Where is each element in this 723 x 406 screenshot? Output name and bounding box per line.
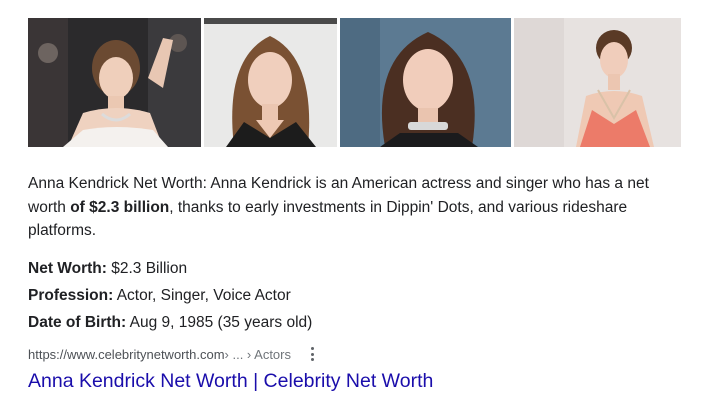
fact-net-worth: Net Worth: $2.3 Billion [28,255,312,282]
more-options-icon[interactable] [305,346,319,362]
image-carousel [28,18,681,147]
fact-date-of-birth: Date of Birth: Aug 9, 1985 (35 years old… [28,309,312,336]
fact-label: Date of Birth: [28,314,127,331]
result-citation: https://www.celebritynetworth.com › ... … [28,346,319,362]
snippet-text-bold: of $2.3 billion [70,198,170,216]
fact-label: Profession: [28,287,114,304]
fact-value: Aug 9, 1985 (35 years old) [126,314,313,331]
fact-value: $2.3 Billion [106,260,188,277]
image-result-1[interactable] [28,18,201,147]
image-result-2[interactable] [204,18,337,147]
result-url[interactable]: https://www.celebritynetworth.com [28,347,225,362]
result-breadcrumb: › ... › Actors [224,346,291,362]
fact-label: Net Worth: [28,260,107,277]
featured-snippet-text: Anna Kendrick Net Worth: Anna Kendrick i… [28,172,688,243]
image-result-4[interactable] [514,18,681,147]
image-result-3[interactable] [340,18,511,147]
result-title-link[interactable]: Anna Kendrick Net Worth | Celebrity Net … [28,370,433,393]
fact-value: Actor, Singer, Voice Actor [113,287,291,304]
facts-list: Net Worth: $2.3 Billion Profession: Acto… [28,255,312,336]
fact-profession: Profession: Actor, Singer, Voice Actor [28,282,312,309]
